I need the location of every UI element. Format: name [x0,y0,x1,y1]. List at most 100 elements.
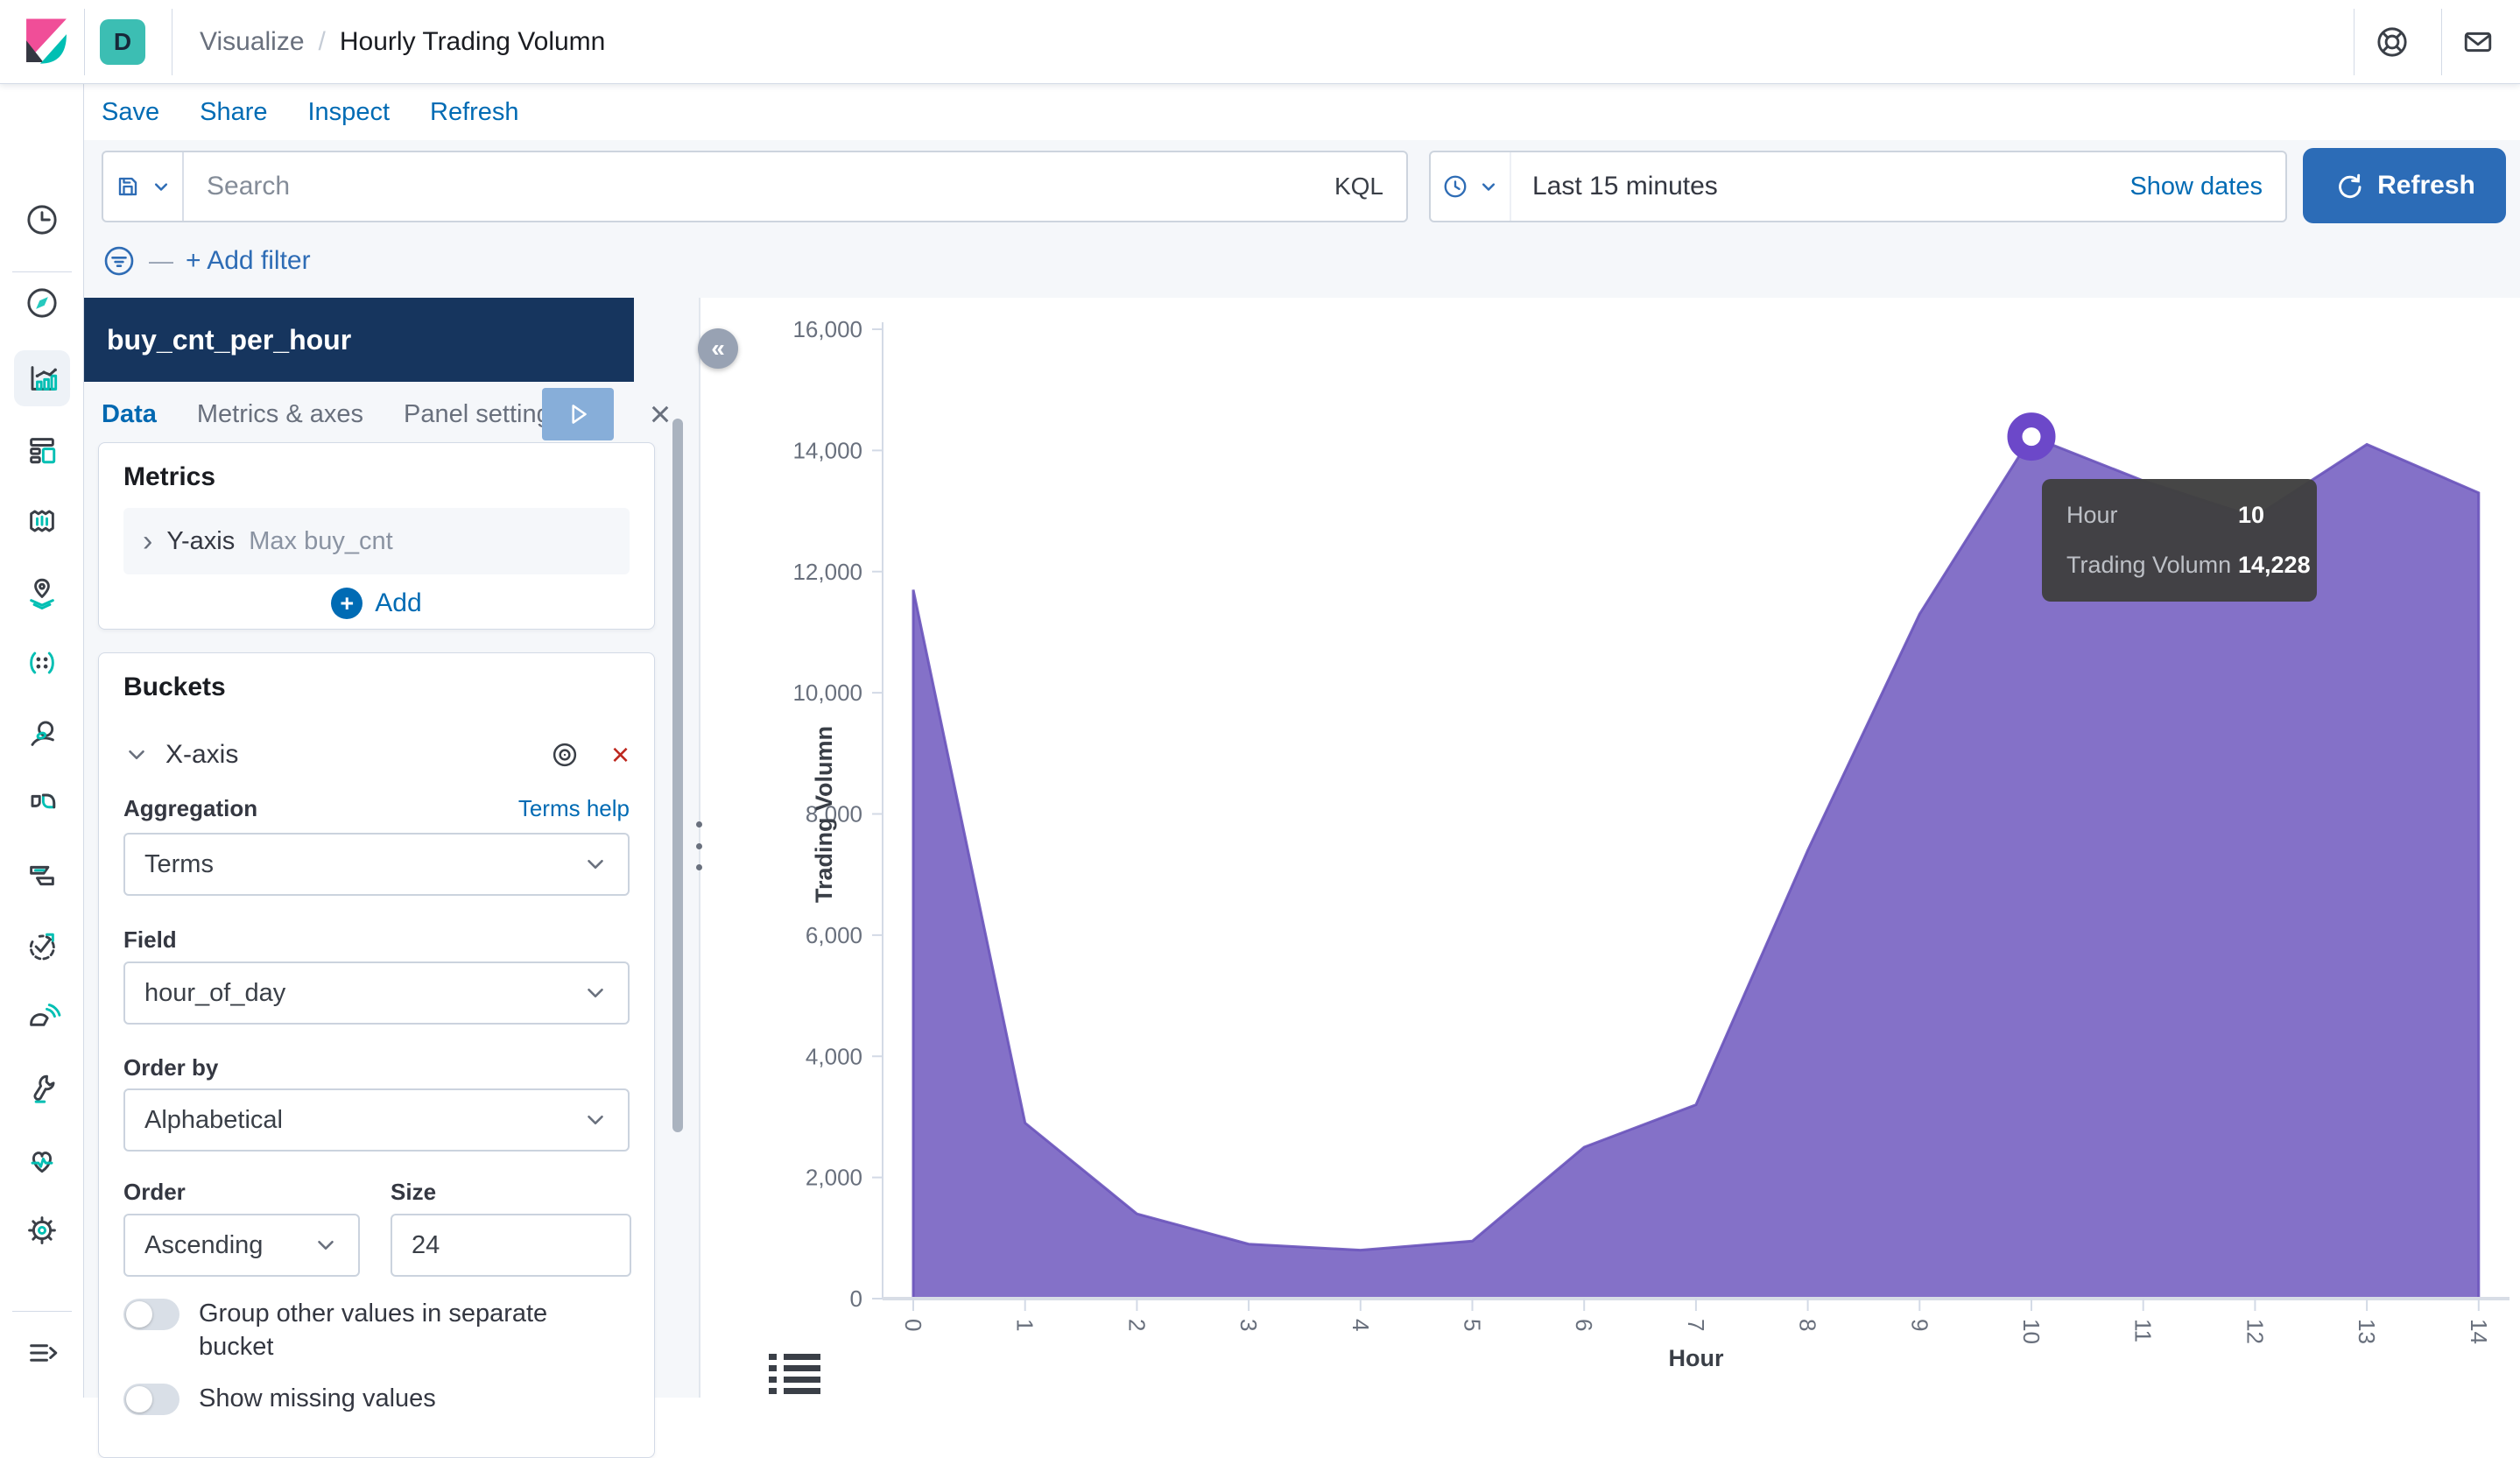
filter-bar: — + Add filter [102,235,311,287]
svg-text:2: 2 [1123,1319,1150,1331]
bucket-row-x-axis[interactable]: X-axis × [123,730,630,779]
size-input[interactable] [391,1214,631,1277]
remove-bucket-icon[interactable]: × [611,736,630,773]
field-label: Field [123,926,177,954]
sidebar-item-graph[interactable] [14,706,70,762]
size-label: Size [391,1179,436,1206]
panel-scrollbar[interactable] [672,419,683,1132]
chevron-right-icon: › [143,525,152,559]
panel-resize-handle[interactable] [693,821,704,870]
collapse-icon: « [711,335,725,363]
space-badge[interactable]: D [100,19,145,65]
bucket-actions: × [548,736,630,773]
play-icon [563,399,593,429]
share-button[interactable]: Share [200,98,267,127]
top-header: D Visualize / Hourly Trading Volumn [0,0,2520,84]
search-input[interactable] [184,172,1334,201]
svg-text:13: 13 [2354,1319,2380,1344]
tooltip-label: Trading Volumn [2066,552,2238,579]
chart-panel: 02,0004,0006,0008,00010,00012,00014,0001… [700,298,2520,1398]
add-metric-button[interactable]: + Add [99,581,654,625]
svg-text:4: 4 [1348,1319,1374,1331]
inspect-button[interactable]: Inspect [308,98,391,127]
sidebar-item-discover[interactable] [14,275,70,331]
svg-text:0: 0 [900,1319,926,1331]
sidebar-item-recently-viewed[interactable] [14,192,70,248]
add-filter-button[interactable]: + Add filter [186,246,311,276]
svg-text:10: 10 [2018,1319,2045,1344]
graph-icon [23,715,61,753]
tab-panel-settings[interactable]: Panel settings [404,382,563,447]
saved-query-menu-button[interactable] [103,152,184,221]
clock-icon [23,201,61,239]
buckets-card: Buckets X-axis × Aggregation Terms help … [98,652,655,1458]
tab-data[interactable]: Data [102,382,157,447]
save-button[interactable]: Save [102,98,159,127]
show-missing-toggle[interactable] [123,1384,179,1415]
area-chart[interactable]: 02,0004,0006,0008,00010,00012,00014,0001… [700,298,2520,1398]
chevron-down-icon [582,980,609,1006]
tooltip-value: 14,228 [2238,552,2311,579]
sidebar-item-dashboard[interactable] [14,422,70,478]
header-divider [2354,9,2355,75]
mail-icon [2459,23,2497,61]
order-by-value: Alphabetical [144,1106,283,1135]
refresh-link[interactable]: Refresh [430,98,519,127]
apply-changes-button[interactable] [542,388,614,440]
help-button[interactable] [2366,16,2418,68]
query-bar-section: KQL Last 15 minutes Show dates Refresh —… [84,140,2520,298]
wrench-icon [23,1069,61,1108]
order-by-label: Order by [123,1054,218,1081]
order-by-select[interactable]: Alphabetical [123,1088,630,1152]
eye-toggle-icon[interactable] [548,738,581,771]
floppy-save-icon [112,171,144,202]
svg-text:8: 8 [1795,1319,1821,1331]
aggregation-select[interactable]: Terms [123,833,630,896]
sidebar-divider [12,1311,72,1312]
sidebar-item-visualize[interactable] [14,350,70,406]
field-select[interactable]: hour_of_day [123,961,630,1025]
metrics-card: Metrics › Y-axis Max buy_cnt + Add [98,442,655,630]
dashboard-icon [23,431,61,469]
toggle-knob [126,1386,152,1412]
filter-icon[interactable] [102,243,137,278]
newsfeed-button[interactable] [2452,16,2504,68]
metric-row-y-axis[interactable]: › Y-axis Max buy_cnt [123,508,630,574]
canvas-icon [23,502,61,540]
sidebar-item-machine-learning[interactable] [14,635,70,691]
sidebar-item-logs[interactable] [14,777,70,833]
order-select[interactable]: Ascending [123,1214,360,1277]
time-range-value[interactable]: Last 15 minutes [1511,172,2129,201]
refresh-query-button[interactable]: Refresh [2303,148,2506,223]
terms-help-link[interactable]: Terms help [518,795,630,822]
svg-text:0: 0 [850,1285,862,1312]
refresh-icon [2333,170,2365,201]
svg-text:16,000: 16,000 [792,316,862,342]
query-language-button[interactable]: KQL [1334,173,1406,201]
collapse-panel-button[interactable]: « [698,328,738,369]
add-metric-label: Add [375,588,421,618]
sidebar-item-apm[interactable] [14,990,70,1046]
sidebar-item-maps[interactable] [14,564,70,620]
aggregation-value: Terms [144,850,214,879]
sidebar-item-uptime[interactable] [14,919,70,975]
svg-text:11: 11 [2130,1319,2157,1342]
sidebar-item-dev-tools[interactable] [14,1060,70,1116]
sidebar-item-metrics[interactable] [14,848,70,904]
tooltip-label: Hour [2066,502,2238,529]
sidebar-item-management[interactable] [14,1202,70,1258]
breadcrumb-section[interactable]: Visualize [200,27,305,57]
group-other-toggle[interactable] [123,1299,179,1330]
svg-text:4,000: 4,000 [806,1043,862,1069]
time-picker: Last 15 minutes Show dates [1429,151,2287,222]
show-dates-button[interactable]: Show dates [2129,173,2285,201]
time-picker-quick-menu-button[interactable] [1431,152,1511,221]
kibana-logo-icon[interactable] [21,16,72,68]
chevron-down-icon [582,851,609,877]
apm-icon [23,998,61,1037]
sidebar-item-canvas[interactable] [14,493,70,549]
sidebar-expand-button[interactable] [14,1325,70,1381]
tab-metrics-axes[interactable]: Metrics & axes [197,382,363,447]
sidebar-item-stack-monitoring[interactable] [14,1131,70,1187]
svg-text:6,000: 6,000 [806,922,862,948]
